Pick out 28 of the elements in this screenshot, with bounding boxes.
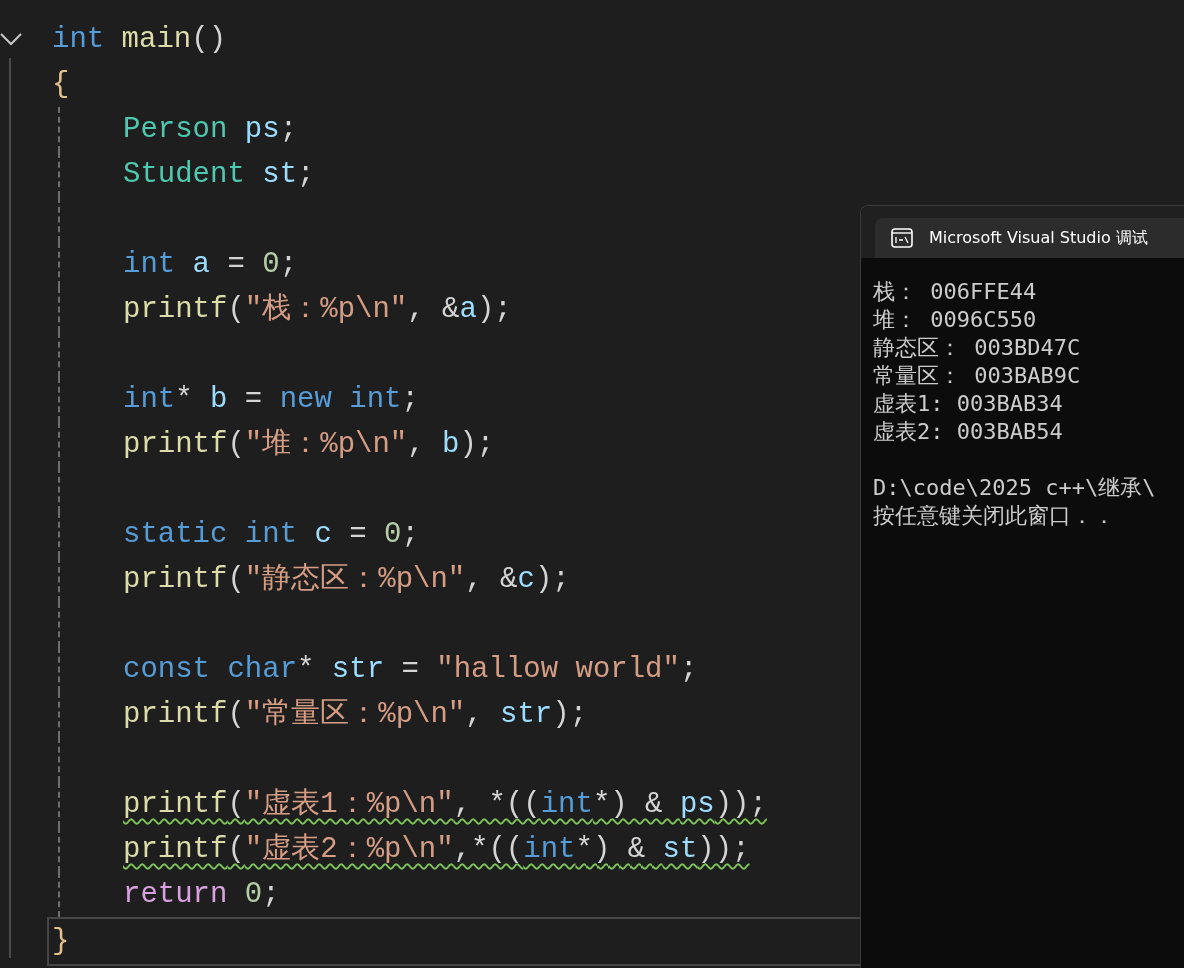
code-line: printf("虚表2：%p\n",*((int*) & st));	[123, 832, 750, 868]
console-output-line: 堆： 0096C550	[873, 307, 1037, 332]
console-output-line: 按任意键关闭此窗口．．	[873, 503, 1115, 528]
code-line: printf("堆：%p\n", b);	[123, 427, 495, 463]
code-line: const char* str = "hallow world";	[123, 652, 698, 688]
console-output-line: D:\code\2025 c++\继承\	[873, 475, 1156, 500]
code-line: return 0;	[123, 877, 280, 913]
code-line: printf("常量区：%p\n", str);	[123, 697, 588, 733]
console-output-line: 常量区： 003BAB9C	[873, 363, 1081, 388]
code-line: int main()	[52, 22, 227, 58]
code-line: Person ps;	[123, 112, 298, 148]
console-output-line: 虚表2: 003BAB54	[873, 419, 1063, 444]
code-line: printf("静态区：%p\n", &c);	[123, 562, 570, 598]
collapse-chevron-icon[interactable]	[0, 32, 22, 46]
console-output-line: 栈： 006FFE44	[873, 279, 1037, 304]
code-line: {	[52, 67, 70, 103]
terminal-icon	[891, 228, 913, 248]
console-output-line: 静态区： 003BD47C	[873, 335, 1081, 360]
console-tab[interactable]: Microsoft Visual Studio 调试	[875, 218, 1184, 258]
code-line: int* b = new int;	[123, 382, 419, 418]
code-line: printf("栈：%p\n", &a);	[123, 292, 512, 328]
window-title: Microsoft Visual Studio 调试	[929, 227, 1148, 249]
code-line: int a = 0;	[123, 247, 298, 283]
code-line: Student st;	[123, 157, 315, 193]
code-line: printf("虚表1：%p\n", *((int*) & ps));	[123, 787, 767, 823]
code-line: static int c = 0;	[123, 517, 419, 553]
console-output-line: 虚表1: 003BAB34	[873, 391, 1063, 416]
code-line: }	[52, 924, 70, 960]
